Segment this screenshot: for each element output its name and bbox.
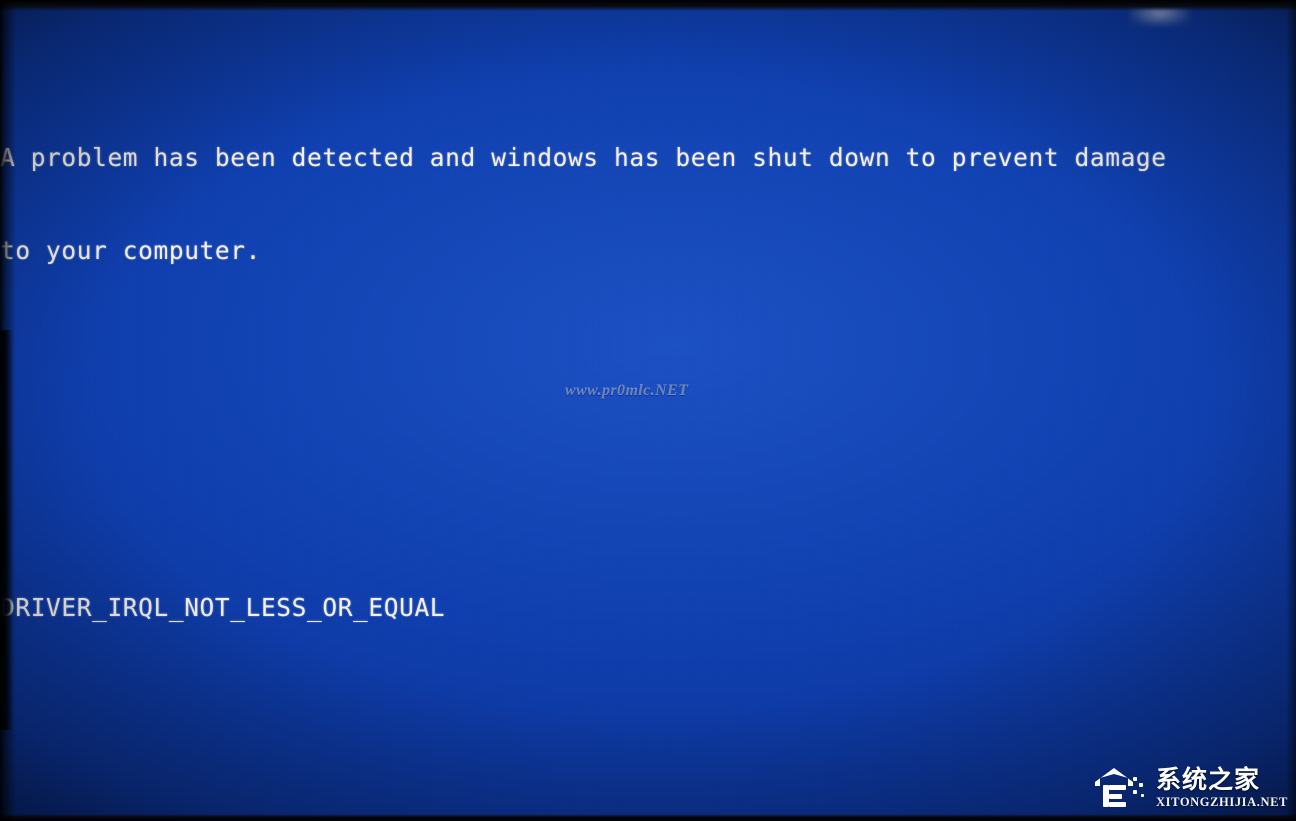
bugcheck-name-block: DRIVER_IRQL_NOT_LESS_OR_EQUAL — [0, 530, 1296, 685]
monitor-bezel-top — [0, 0, 1296, 11]
bugcheck-name: DRIVER_IRQL_NOT_LESS_OR_EQUAL — [0, 593, 446, 622]
bsod-text-layer: A problem has been detected and windows … — [0, 18, 1296, 821]
bsod-screen: A problem has been detected and windows … — [0, 0, 1296, 821]
intro-line-1: A problem has been detected and windows … — [0, 143, 1167, 172]
intro-line-2: to your computer. — [0, 236, 261, 265]
intro-paragraph: A problem has been detected and windows … — [0, 80, 1296, 328]
